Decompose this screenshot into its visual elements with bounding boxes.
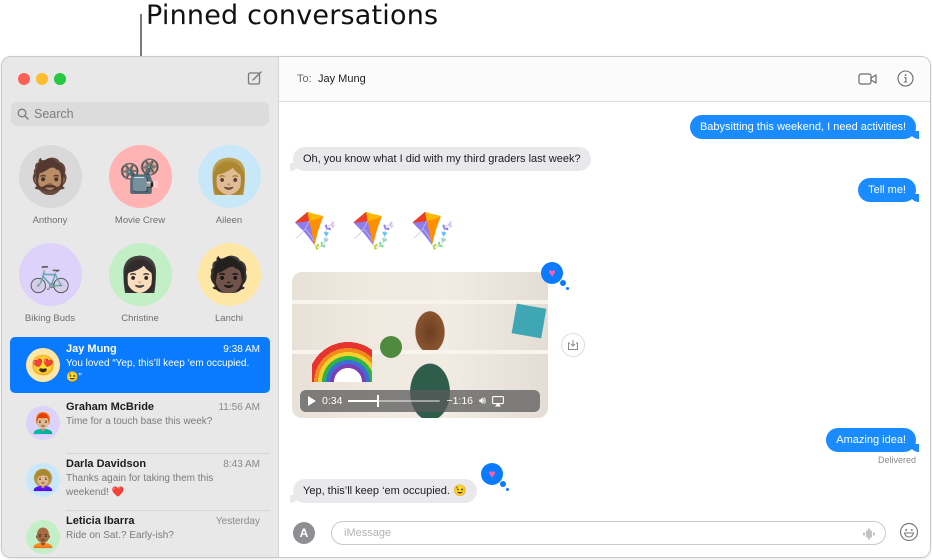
window-controls: [18, 73, 66, 85]
kite-emoji: 🪁: [410, 210, 456, 251]
video-attachment[interactable]: 0:34 −1:16 🔊︎: [292, 272, 548, 418]
pinned-label: Aileen: [215, 215, 243, 226]
message-bubble-received[interactable]: Yep, this’ll keep ‘em occupied. 😉: [290, 479, 477, 503]
kite-emoji: 🪁: [351, 210, 397, 251]
avatar: 👩🏻: [108, 243, 172, 306]
conversation-name: Graham McBride: [66, 401, 155, 413]
conversation-header: To: Jay Mung: [279, 57, 930, 102]
video-shelf: [292, 300, 548, 304]
conversation-graham-mcbride[interactable]: 👨🏼‍🦰 Graham McBride 11:56 AM Time for a …: [10, 395, 270, 454]
video-scrubber-handle[interactable]: [376, 395, 379, 407]
sidebar: Search 🧔🏽 Anthony 📽️ Movie Crew 👩🏼 Ailee…: [2, 57, 279, 557]
video-rainbow-kite: [312, 322, 372, 382]
pinned-movie-crew[interactable]: 📽️ Movie Crew: [95, 145, 185, 226]
details-button[interactable]: [897, 70, 914, 87]
avatar: 🚲: [18, 243, 82, 306]
avatar: 👩🏼: [197, 145, 261, 208]
conversation-preview: Ride on Sat.? Early-ish?: [66, 530, 174, 541]
video-camera-icon: [858, 73, 877, 85]
heart-tapback[interactable]: ♥: [541, 262, 569, 290]
message-bubble-sent[interactable]: Amazing idea!: [826, 428, 919, 452]
video-controls: 0:34 −1:16 🔊︎: [300, 390, 540, 412]
kite-emoji: 🪁: [293, 210, 338, 251]
pinned-lanchi[interactable]: 🧑🏿 Lanchi: [184, 243, 274, 324]
pinned-label: Anthony: [32, 215, 68, 226]
video-plant: [380, 336, 402, 358]
conversation-darla-davidson[interactable]: 👩🏼‍🦱 Darla Davidson 8:43 AM Thanks again…: [10, 452, 270, 511]
airplay-icon[interactable]: [492, 395, 504, 407]
pinned-aileen[interactable]: 👩🏼 Aileen: [184, 145, 274, 226]
waveform-icon: [863, 528, 875, 540]
avatar: 👩🏼‍🦱: [26, 463, 60, 497]
delivery-status: Delivered: [877, 455, 916, 465]
heart-icon: ♥: [548, 266, 556, 280]
message-input[interactable]: [331, 521, 886, 545]
conversation-preview: Thanks again for taking them this weeken…: [66, 473, 214, 498]
video-scrubber[interactable]: [348, 395, 441, 407]
conversation-name: Darla Davidson: [66, 458, 147, 470]
compose-button[interactable]: [247, 70, 263, 86]
play-icon[interactable]: [308, 396, 316, 406]
message-bubble-sent[interactable]: Babysitting this weekend, I need activit…: [689, 115, 920, 139]
conversation-name: Leticia Ibarra: [66, 515, 135, 527]
emoji-button[interactable]: [899, 522, 919, 542]
message-bubble-sent[interactable]: Tell me!: [858, 178, 919, 202]
pinned-anthony[interactable]: 🧔🏽 Anthony: [5, 145, 95, 226]
app-store-icon: A: [299, 526, 309, 540]
video-remaining: −1:16: [446, 395, 474, 407]
conversation-time: 8:43 AM: [223, 459, 260, 470]
close-button[interactable]: [18, 73, 30, 85]
heart-icon: ♥: [488, 467, 496, 481]
avatar: 😍: [26, 348, 60, 382]
conversation-name: Jay Mung: [66, 343, 117, 355]
avatar: 🧑🏾‍🦲: [26, 520, 60, 554]
audio-message-button[interactable]: [862, 527, 876, 540]
kite-emoji-message[interactable]: 🪁 🪁 🪁: [293, 213, 455, 249]
messages-window: Search 🧔🏽 Anthony 📽️ Movie Crew 👩🏼 Ailee…: [1, 56, 931, 558]
conversation-leticia-ibarra[interactable]: 🧑🏾‍🦲 Leticia Ibarra Yesterday Ride on Sa…: [10, 509, 270, 557]
conversation-pane: To: Jay Mung Babysitting this weekend, I…: [279, 57, 930, 557]
conversation-time: 11:56 AM: [218, 402, 260, 413]
video-teal-kite: [511, 303, 547, 339]
minimize-button[interactable]: [36, 73, 48, 85]
avatar: 👨🏼‍🦰: [26, 406, 60, 440]
volume-icon[interactable]: 🔊︎: [479, 395, 486, 408]
facetime-button[interactable]: [858, 72, 878, 86]
pinned-label: Christine: [121, 313, 159, 324]
recipient-name[interactable]: Jay Mung: [318, 73, 366, 85]
avatar: 🧑🏿: [197, 243, 261, 306]
compose-icon: [247, 71, 262, 85]
pinned-label: Biking Buds: [24, 313, 76, 324]
save-attachment-button[interactable]: [561, 333, 585, 357]
callout-label: Pinned conversations: [146, 0, 439, 31]
message-bubble-received[interactable]: Oh, you know what I did with my third gr…: [290, 147, 591, 171]
conversation-time: 9:38 AM: [223, 344, 260, 355]
avatar: 🧔🏽: [18, 145, 82, 208]
emoji-icon: [899, 522, 919, 542]
search-icon: [17, 108, 29, 120]
conversation-jay-mung[interactable]: 😍 Jay Mung 9:38 AM You loved “Yep, this’…: [10, 337, 270, 393]
video-progress-fill: [348, 400, 377, 402]
video-elapsed: 0:34: [322, 395, 343, 407]
to-label: To:: [297, 73, 312, 85]
heart-tapback[interactable]: ♥: [481, 463, 509, 491]
conversation-preview: Time for a touch base this week?: [66, 416, 213, 427]
avatar: 📽️: [108, 145, 172, 208]
apps-button[interactable]: A: [293, 522, 315, 544]
search-field[interactable]: Search: [11, 102, 269, 126]
zoom-button[interactable]: [54, 73, 66, 85]
search-placeholder: Search: [34, 107, 74, 121]
pinned-christine[interactable]: 👩🏻 Christine: [95, 243, 185, 324]
info-icon: [897, 70, 914, 87]
conversation-time: Yesterday: [215, 516, 260, 527]
pinned-label: Lanchi: [215, 313, 243, 324]
download-icon: [568, 340, 578, 350]
conversation-preview: You loved “Yep, this’ll keep ‘em occupie…: [66, 358, 250, 383]
pinned-biking-buds[interactable]: 🚲 Biking Buds: [5, 243, 95, 324]
pinned-label: Movie Crew: [114, 215, 166, 226]
